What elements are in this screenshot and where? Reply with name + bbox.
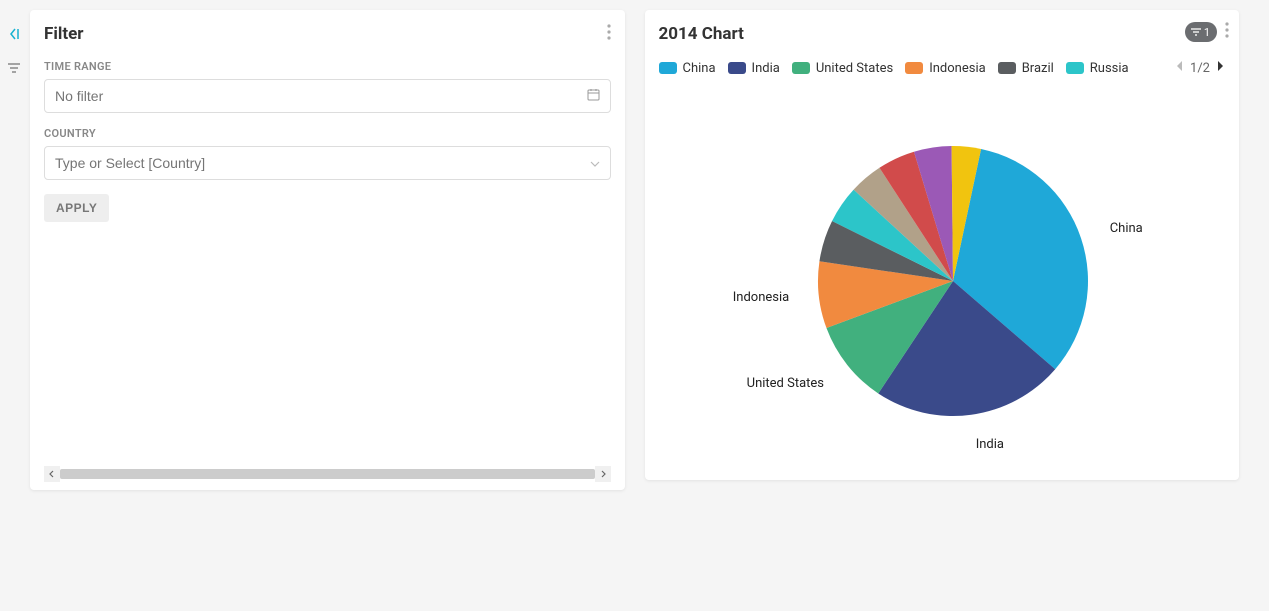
legend-item[interactable]: China [659,61,716,76]
legend-item[interactable]: India [728,61,780,76]
legend-label: Russia [1090,61,1129,76]
legend-swatch [905,62,923,74]
legend-prev-icon[interactable] [1175,60,1184,76]
legend-swatch [792,62,810,74]
country-select-input[interactable] [55,155,590,171]
country-select-row[interactable] [44,146,611,180]
legend-item[interactable]: United States [792,61,893,76]
calendar-icon[interactable] [587,88,600,104]
legend-item[interactable]: Indonesia [905,61,985,76]
scroll-track[interactable] [60,469,595,479]
horizontal-scrollbar[interactable] [44,466,611,482]
legend-label: Brazil [1022,61,1054,76]
scroll-right-arrow[interactable] [595,466,611,482]
pie-svg [813,141,1093,421]
legend-swatch [1066,62,1084,74]
time-range-input-row[interactable] [44,79,611,113]
chart-title: 2014 Chart [659,24,1226,44]
legend-page-indicator: 1/2 [1190,61,1210,76]
chart-card: 2014 Chart 1 China India United States Indo… [645,10,1240,480]
chart-legend: China India United States Indonesia Brazil Ru… [659,60,1226,76]
legend-swatch [998,62,1016,74]
legend-swatch [659,62,677,74]
legend-pager: 1/2 [1175,60,1225,76]
filter-card: Filter TIME RANGE COUNTRY APPLY [30,10,625,490]
country-label: COUNTRY [44,127,611,140]
collapse-sidebar-icon[interactable] [6,26,22,42]
filter-lines-icon[interactable] [6,60,22,76]
legend-label: United States [816,61,893,76]
chevron-down-icon[interactable] [590,156,600,170]
pie-slice-label: India [976,437,1004,452]
apply-button[interactable]: APPLY [44,194,109,222]
legend-label: Indonesia [929,61,985,76]
scroll-left-arrow[interactable] [44,466,60,482]
time-range-label: TIME RANGE [44,60,611,73]
chart-filter-badge[interactable]: 1 [1185,22,1217,42]
time-range-input[interactable] [55,88,587,104]
pie-slice-label: Indonesia [733,290,789,305]
chart-more-icon[interactable] [1225,22,1229,42]
legend-label: India [752,61,780,76]
pie-slice-label: United States [747,376,824,391]
legend-next-icon[interactable] [1216,60,1225,76]
chart-filter-badge-count: 1 [1204,26,1210,39]
legend-item[interactable]: Russia [1066,61,1129,76]
legend-label: China [683,61,716,76]
pie-slice-label: China [1110,221,1143,236]
filter-title: Filter [44,24,611,44]
legend-swatch [728,62,746,74]
pie-chart: China India United States Indonesia [659,76,1226,456]
legend-item[interactable]: Brazil [998,61,1054,76]
filter-more-icon[interactable] [607,24,611,44]
